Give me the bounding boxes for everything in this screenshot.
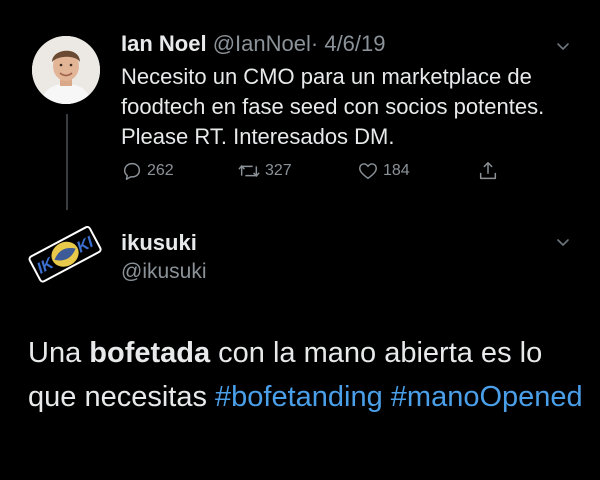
share-icon [479,162,497,180]
tweet1-author-handle[interactable]: @IanNoel [213,31,311,56]
ikusuki-logo-icon: IK KI [28,225,102,283]
retweet-icon [238,165,260,177]
tweet1-menu-chevron-down-icon[interactable] [555,38,571,54]
tweet2-text: Una bofetada con la mano abierta es lo q… [28,331,588,419]
like-button[interactable]: 184 [357,160,410,182]
hashtag-link-manoopened[interactable]: #manoOpened [391,381,583,413]
tweet2-text-prefix: Una [28,337,90,369]
avatar-photo [32,36,100,104]
avatar-ian-noel[interactable] [32,36,100,104]
tweet1-separator: · [310,31,319,56]
like-count: 184 [383,162,410,179]
tweet1-date[interactable]: 4/6/19 [324,31,385,56]
avatar-ikusuki-logo[interactable]: IK KI [26,222,106,286]
tweet2-author-handle[interactable]: @ikusuki [121,258,207,286]
retweet-button[interactable]: 327 [237,160,292,182]
share-button[interactable] [477,160,499,182]
tweet1-author-name[interactable]: Ian Noel [121,31,207,56]
reply-button[interactable]: 262 [121,160,174,182]
reply-count: 262 [147,162,174,179]
heart-icon [359,163,377,180]
reply-icon [123,162,141,180]
retweet-count: 327 [265,162,292,179]
tweet2-text-bold: bofetada [89,337,211,369]
tweet2-text-space [383,381,391,413]
tweet1-text: Necesito un CMO para un marketplace de f… [121,64,545,149]
tweet1-header: Ian Noel @IanNoel· 4/6/19 [121,30,386,58]
thread-connector-line [66,114,68,210]
hashtag-link-bofetanding[interactable]: #bofetanding [215,381,383,413]
tweet2-author-name[interactable]: ikusuki [121,229,197,257]
tweet2-menu-chevron-down-icon[interactable] [555,234,571,250]
